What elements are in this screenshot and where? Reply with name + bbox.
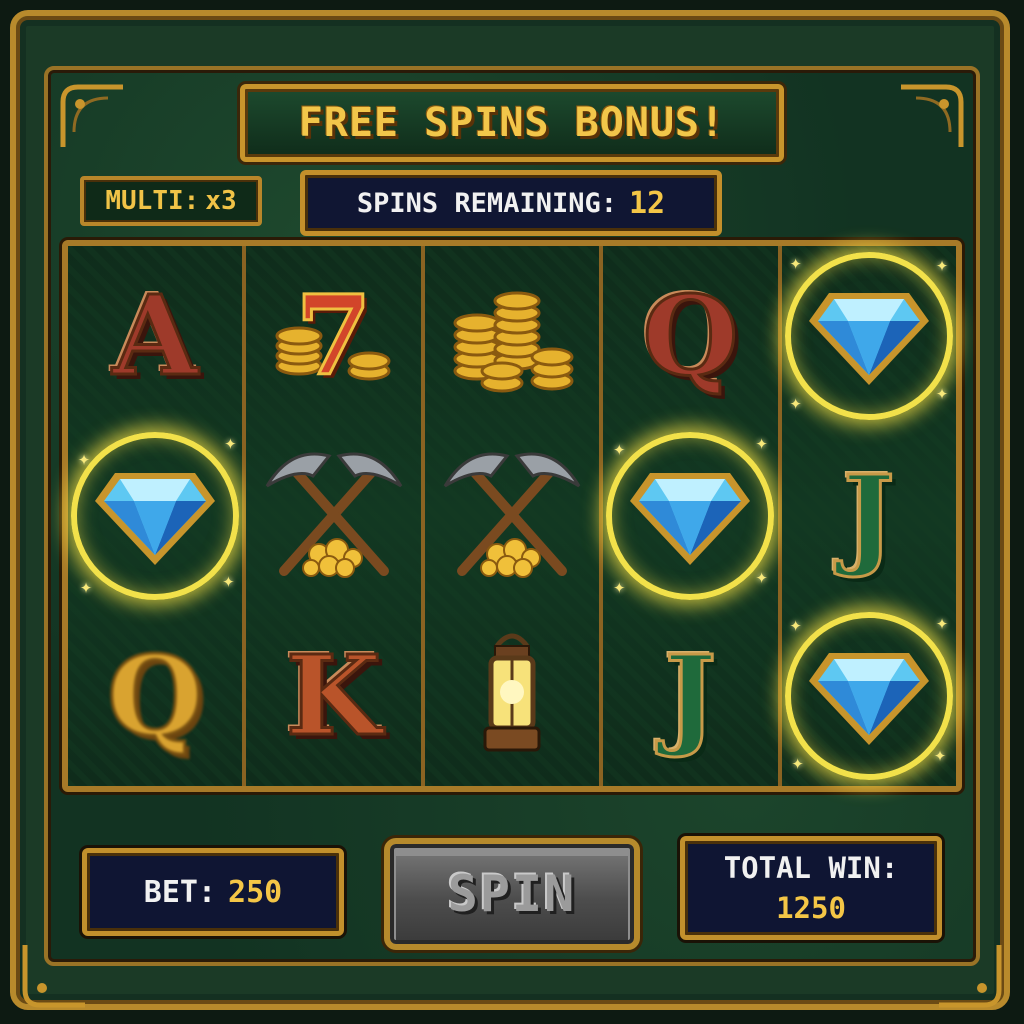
- reel-1: A ✦ ✦ ✦ ✦ Q: [68, 246, 247, 786]
- sparkle-icon: ✦: [222, 568, 235, 592]
- reel-5: ✦ ✦ ✦ ✦ J ✦ ✦ ✦ ✦: [781, 246, 957, 786]
- letter-j-symbol: J: [663, 631, 718, 760]
- reel-cell: ✦ ✦ ✦ ✦: [782, 246, 956, 426]
- sparkle-icon: ✦: [935, 252, 949, 276]
- sparkle-icon: ✦: [80, 574, 93, 598]
- reel-window: A ✦ ✦ ✦ ✦ Q 7 K Q ✦ ✦ ✦ ✦ J ✦ ✦ ✦ ✦ J ✦ …: [62, 240, 962, 792]
- reel-2: 7 K: [246, 246, 425, 786]
- total-win-value: 1250: [776, 891, 846, 925]
- sparkle-icon: ✦: [935, 610, 949, 634]
- sparkle-icon: ✦: [755, 430, 768, 454]
- sparkle-icon: ✦: [613, 436, 626, 460]
- win-highlight-ring: [784, 612, 953, 780]
- sparkle-icon: ✦: [791, 750, 804, 774]
- total-win-label: TOTAL WIN:: [723, 851, 899, 885]
- reel-cell: Q: [68, 606, 242, 786]
- letter-j-symbol: J: [841, 451, 896, 580]
- reel-cell: [425, 426, 599, 606]
- total-win-display: TOTAL WIN: 1250: [680, 836, 942, 940]
- sparkle-icon: ✦: [755, 564, 768, 588]
- reel-cell: J: [782, 426, 956, 606]
- mining-lantern-icon: [483, 633, 541, 752]
- win-highlight-ring: [71, 432, 240, 600]
- lucky-seven-symbol: 7: [294, 271, 374, 400]
- crossed-pickaxes-icon: [265, 452, 402, 578]
- crossed-pickaxes-icon: [443, 452, 581, 578]
- sparkle-icon: ✦: [789, 612, 802, 636]
- reel-cell: ✦ ✦ ✦ ✦: [68, 426, 242, 606]
- spins-remaining-panel: SPINS REMAINING: 12: [300, 170, 722, 236]
- sparkle-icon: ✦: [78, 446, 91, 470]
- bet-label: BET:: [143, 874, 217, 910]
- reel-cell: Q: [603, 246, 777, 426]
- reel-cell: J: [603, 606, 777, 786]
- sparkle-icon: ✦: [613, 574, 626, 598]
- corner-ornament-icon: [60, 84, 123, 147]
- slot-machine: FREE SPINS BONUS! MULTI: x3 SPINS REMAIN…: [0, 0, 1024, 1024]
- reel-4: Q ✦ ✦ ✦ ✦ J: [603, 246, 782, 786]
- spins-remaining-value: 12: [628, 185, 666, 221]
- reel-3: [424, 246, 604, 786]
- bet-display[interactable]: BET: 250: [82, 848, 344, 936]
- win-highlight-ring: [606, 432, 775, 600]
- sparkle-icon: ✦: [933, 742, 947, 766]
- spins-remaining-label: SPINS REMAINING:: [356, 187, 617, 219]
- gold-coin-stacks-icon: [453, 291, 574, 393]
- multiplier-value: x3: [205, 186, 237, 216]
- win-highlight-ring: [784, 252, 953, 420]
- letter-q-symbol: Q: [641, 271, 740, 400]
- reel-cell: [425, 606, 599, 786]
- corner-ornament-icon: [22, 945, 85, 1008]
- reel-cell: [425, 246, 599, 426]
- reel-cell: A: [68, 246, 242, 426]
- sparkle-icon: ✦: [789, 390, 802, 414]
- multiplier-label: MULTI:: [105, 186, 200, 216]
- corner-ornament-icon: [939, 945, 1002, 1008]
- letter-q-symbol: Q: [106, 631, 205, 760]
- letter-a-symbol: A: [111, 271, 199, 400]
- sparkle-icon: ✦: [224, 430, 237, 454]
- reel-cell: [246, 426, 420, 606]
- reel-cell: 7: [246, 246, 420, 426]
- reel-cell: K: [246, 606, 420, 786]
- spin-button[interactable]: SPIN: [384, 838, 640, 950]
- sparkle-icon: ✦: [935, 380, 949, 404]
- free-spins-banner: FREE SPINS BONUS!: [240, 84, 784, 162]
- corner-ornament-icon: [901, 84, 964, 147]
- bet-value: 250: [228, 874, 283, 910]
- reel-cell: ✦ ✦ ✦ ✦: [603, 426, 777, 606]
- multiplier-badge: MULTI: x3: [80, 176, 262, 226]
- reel-cell: ✦ ✦ ✦ ✦: [782, 606, 956, 786]
- sparkle-icon: ✦: [789, 250, 802, 274]
- letter-k-symbol: K: [284, 631, 383, 760]
